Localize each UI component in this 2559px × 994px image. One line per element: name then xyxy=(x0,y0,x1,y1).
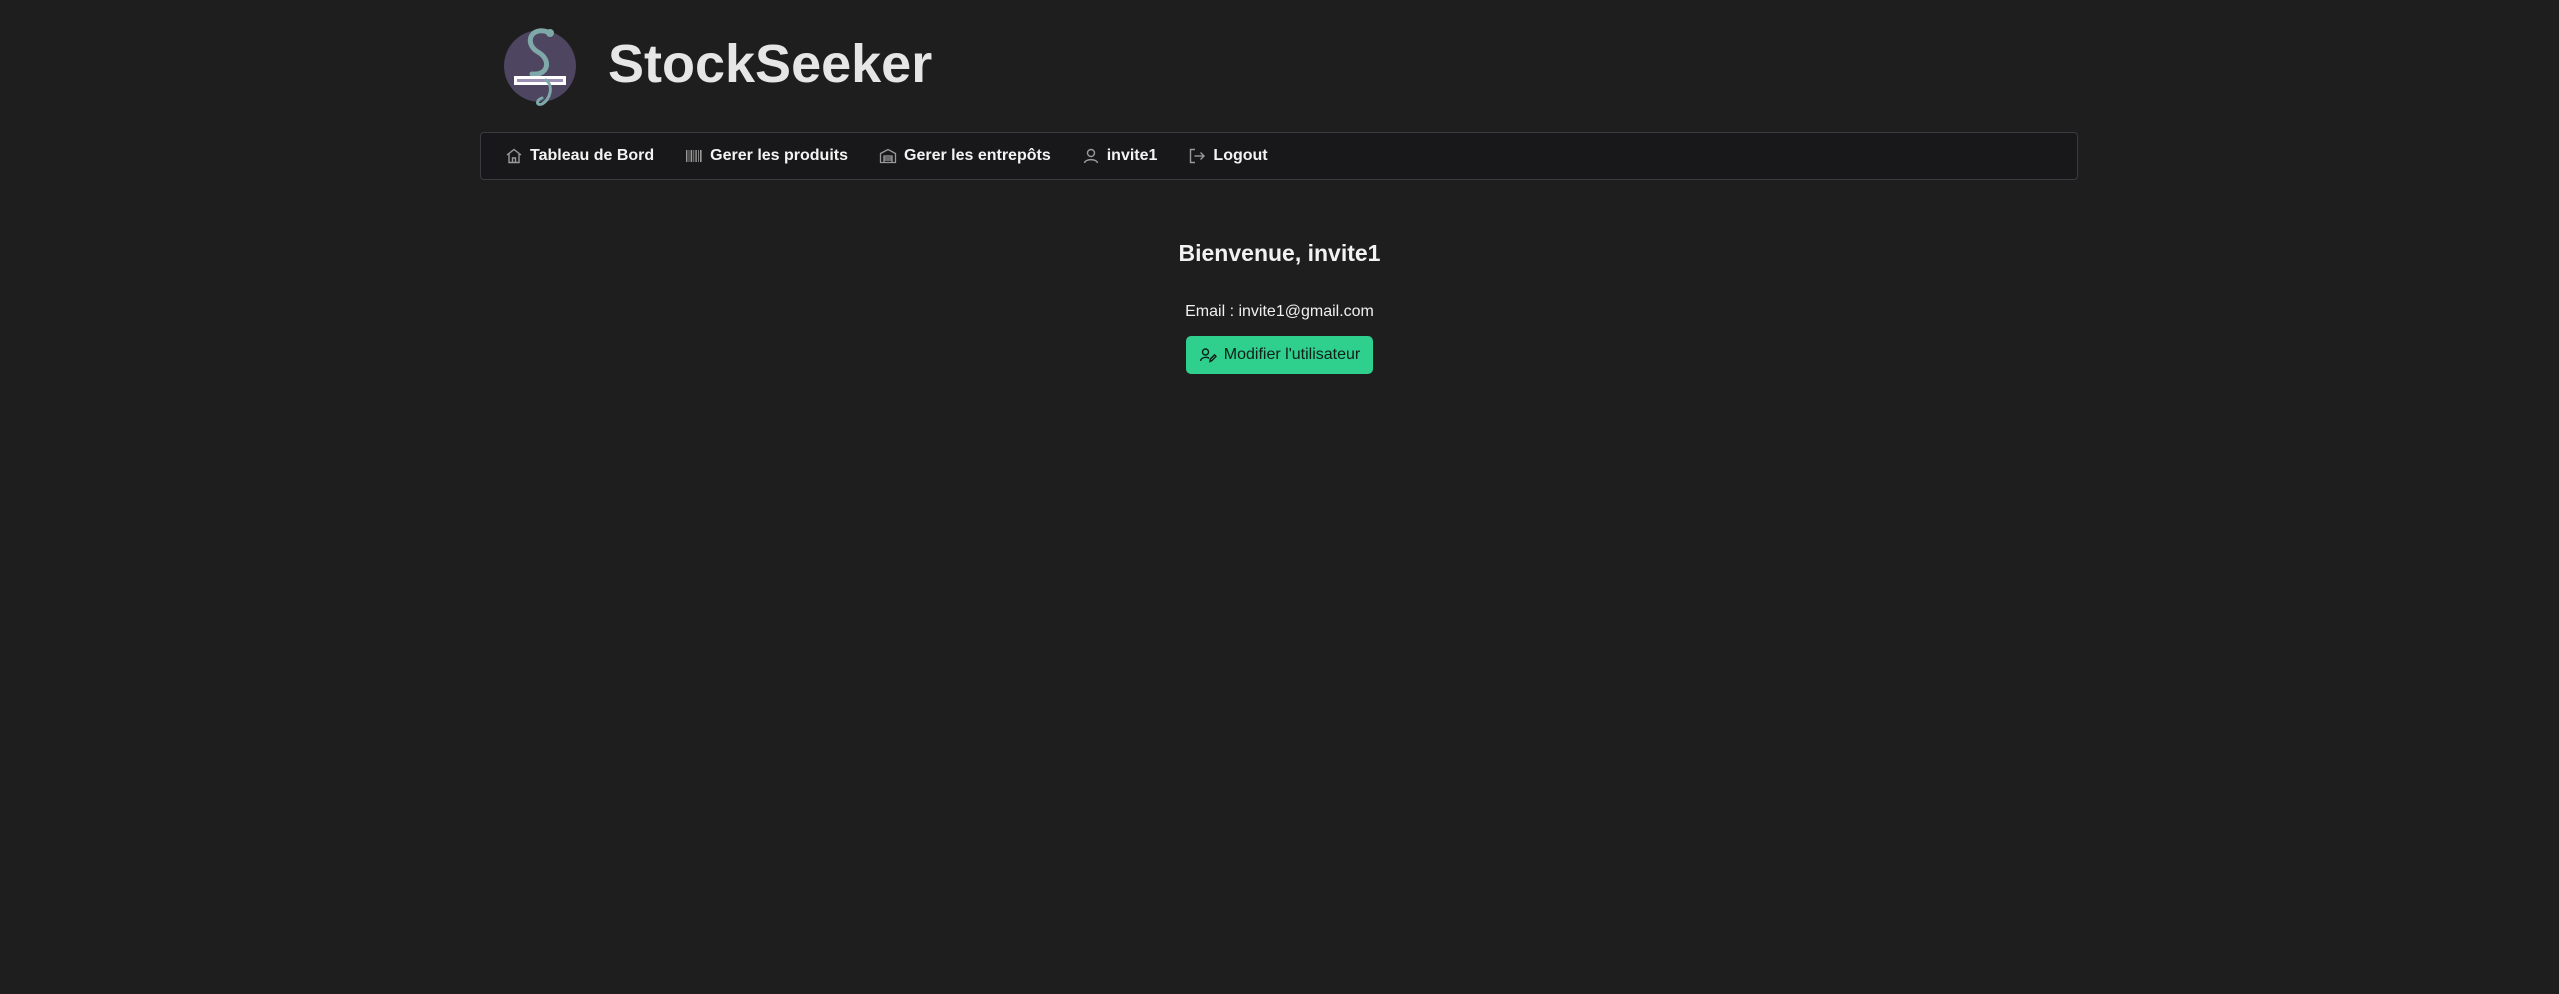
nav-item-label: Gerer les entrepôts xyxy=(904,147,1051,164)
user-icon xyxy=(1082,147,1100,165)
stockseeker-logo-icon[interactable] xyxy=(502,20,578,108)
nav-item-dashboard[interactable]: Tableau de Bord xyxy=(505,147,654,165)
nav-item-warehouses[interactable]: Gerer les entrepôts xyxy=(879,147,1051,165)
main-content: Bienvenue, invite1 Email : invite1@gmail… xyxy=(0,236,2559,374)
nav-item-logout[interactable]: Logout xyxy=(1188,147,1268,165)
app-title: StockSeeker xyxy=(608,34,933,94)
warehouse-icon xyxy=(879,147,897,165)
edit-user-button-label: Modifier l'utilisateur xyxy=(1223,346,1361,363)
app-header: StockSeeker xyxy=(502,18,932,110)
logout-icon xyxy=(1188,147,1206,165)
nav-item-label: Gerer les produits xyxy=(710,147,848,164)
user-edit-icon xyxy=(1199,346,1217,364)
welcome-heading: Bienvenue, invite1 xyxy=(1178,240,1381,266)
user-email: Email : invite1@gmail.com xyxy=(1185,303,1374,320)
main-navbar: Tableau de Bord Gerer les produits Gerer… xyxy=(480,132,2078,180)
nav-item-label: invite1 xyxy=(1106,147,1158,164)
nav-item-label: Tableau de Bord xyxy=(530,147,655,164)
nav-item-user[interactable]: invite1 xyxy=(1082,147,1158,165)
home-icon xyxy=(505,147,523,165)
edit-user-button[interactable]: Modifier l'utilisateur xyxy=(1185,336,1374,374)
nav-item-products[interactable]: Gerer les produits xyxy=(685,147,848,165)
barcode-icon xyxy=(685,147,703,165)
nav-item-label: Logout xyxy=(1213,147,1268,164)
